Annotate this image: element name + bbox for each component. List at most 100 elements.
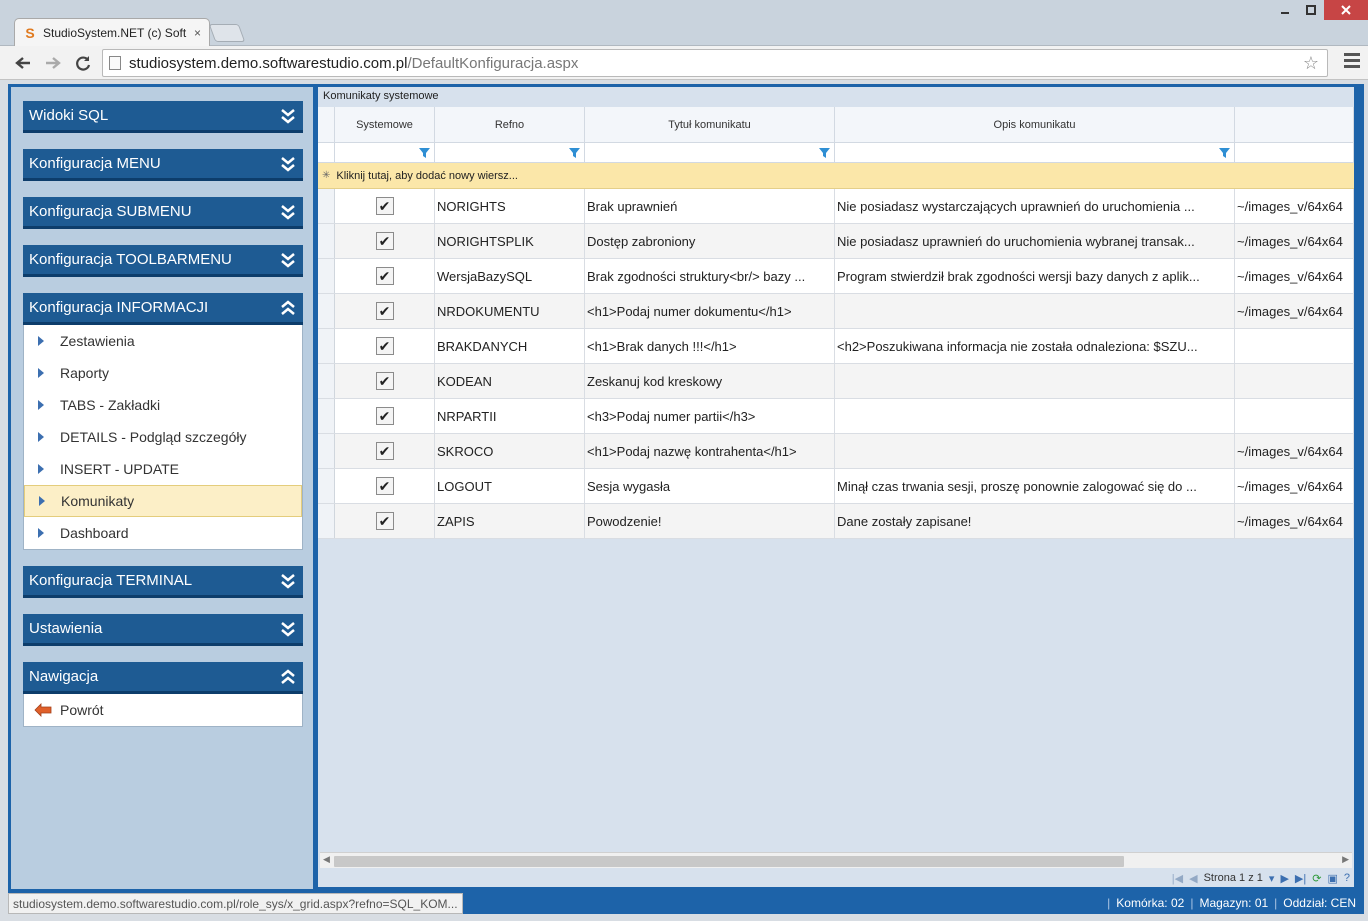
forward-arrow-icon[interactable] bbox=[42, 52, 64, 74]
scroll-right-icon[interactable]: ▶ bbox=[1342, 854, 1349, 865]
row-selector[interactable] bbox=[318, 189, 335, 223]
checkbox-checked-icon[interactable]: ✔ bbox=[375, 372, 394, 390]
sidebar-item-raporty[interactable]: Raporty bbox=[24, 357, 302, 389]
cell-systemowe[interactable]: ✔ bbox=[335, 189, 435, 223]
row-selector[interactable] bbox=[318, 434, 335, 468]
column-header-systemowe[interactable]: Systemowe bbox=[335, 107, 435, 142]
cell-refno[interactable]: NRDOKUMENTU bbox=[435, 294, 585, 328]
cell-tytul[interactable]: Zeskanuj kod kreskowy bbox=[585, 364, 835, 398]
cell-systemowe[interactable]: ✔ bbox=[335, 259, 435, 293]
column-header-tytul[interactable]: Tytuł komunikatu bbox=[585, 107, 835, 142]
close-window-icon[interactable] bbox=[1324, 0, 1368, 20]
cell-opis[interactable]: Nie posiadasz wystarczających uprawnień … bbox=[835, 189, 1235, 223]
table-row[interactable]: ✔ NORIGHTS Brak uprawnień Nie posiadasz wys… bbox=[318, 189, 1354, 224]
filter-tytul[interactable] bbox=[585, 143, 835, 162]
cell-systemowe[interactable]: ✔ bbox=[335, 504, 435, 538]
cell-tytul[interactable]: Brak uprawnień bbox=[585, 189, 835, 223]
section-header-widoki-sql[interactable]: Widoki SQL bbox=[23, 101, 303, 133]
checkbox-checked-icon[interactable]: ✔ bbox=[375, 197, 394, 215]
cell-systemowe[interactable]: ✔ bbox=[335, 294, 435, 328]
checkbox-checked-icon[interactable]: ✔ bbox=[375, 267, 394, 285]
sidebar-item-insert-update[interactable]: INSERT - UPDATE bbox=[24, 453, 302, 485]
next-page-icon[interactable]: ▶ bbox=[1280, 872, 1288, 885]
maximize-icon[interactable] bbox=[1298, 0, 1324, 20]
table-row[interactable]: ✔ NRPARTII <h3>Podaj numer partii</h3> bbox=[318, 399, 1354, 434]
cell-opis[interactable]: Nie posiadasz uprawnień do uruchomienia … bbox=[835, 224, 1235, 258]
checkbox-checked-icon[interactable]: ✔ bbox=[375, 442, 394, 460]
address-bar[interactable]: studiosystem.demo.softwarestudio.com.pl … bbox=[102, 49, 1328, 77]
cell-tytul[interactable]: <h1>Brak danych !!!</h1> bbox=[585, 329, 835, 363]
cell-opis[interactable]: Program stwierdził brak zgodności wersji… bbox=[835, 259, 1235, 293]
cell-refno[interactable]: WersjaBazySQL bbox=[435, 259, 585, 293]
refresh-icon[interactable]: ⟳ bbox=[1312, 872, 1321, 885]
page-dropdown-icon[interactable]: ▾ bbox=[1269, 872, 1275, 885]
section-header-konfiguracja-terminal[interactable]: Konfiguracja TERMINAL bbox=[23, 566, 303, 598]
column-header-refno[interactable]: Refno bbox=[435, 107, 585, 142]
filter-funnel-icon[interactable] bbox=[419, 147, 430, 158]
browser-tab[interactable]: S StudioSystem.NET (c) Soft × bbox=[14, 18, 210, 46]
sidebar-item-komunikaty[interactable]: Komunikaty bbox=[24, 485, 302, 517]
cell-obraz[interactable]: ~/images_v/64x64 bbox=[1235, 434, 1354, 468]
table-row[interactable]: ✔ NORIGHTSPLIK Dostęp zabroniony Nie posiad… bbox=[318, 224, 1354, 259]
cell-obraz[interactable]: ~/images_v/64x64 bbox=[1235, 259, 1354, 293]
minimize-icon[interactable] bbox=[1272, 0, 1298, 20]
filter-opis[interactable] bbox=[835, 143, 1235, 162]
browser-menu-icon[interactable] bbox=[1344, 53, 1360, 71]
table-row[interactable]: ✔ SKROCO <h1>Podaj nazwę kontrahenta</h1> ~… bbox=[318, 434, 1354, 469]
cell-refno[interactable]: NORIGHTSPLIK bbox=[435, 224, 585, 258]
row-selector[interactable] bbox=[318, 399, 335, 433]
cell-opis[interactable] bbox=[835, 399, 1235, 433]
sidebar-item-details[interactable]: DETAILS - Podgląd szczegóły bbox=[24, 421, 302, 453]
section-header-konfiguracja-toolbarmenu[interactable]: Konfiguracja TOOLBARMENU bbox=[23, 245, 303, 277]
cell-tytul[interactable]: Powodzenie! bbox=[585, 504, 835, 538]
row-selector[interactable] bbox=[318, 294, 335, 328]
sidebar-item-zestawienia[interactable]: Zestawienia bbox=[24, 325, 302, 357]
cell-systemowe[interactable]: ✔ bbox=[335, 329, 435, 363]
cell-refno[interactable]: NORIGHTS bbox=[435, 189, 585, 223]
cell-tytul[interactable]: <h1>Podaj numer dokumentu</h1> bbox=[585, 294, 835, 328]
filter-funnel-icon[interactable] bbox=[569, 147, 580, 158]
table-row[interactable]: ✔ LOGOUT Sesja wygasła Minął czas trwania s… bbox=[318, 469, 1354, 504]
cell-obraz[interactable]: ~/images_v/64x64 bbox=[1235, 469, 1354, 503]
row-selector[interactable] bbox=[318, 329, 335, 363]
cell-refno[interactable]: SKROCO bbox=[435, 434, 585, 468]
cell-tytul[interactable]: Brak zgodności struktury<br/> bazy ... bbox=[585, 259, 835, 293]
cell-refno[interactable]: LOGOUT bbox=[435, 469, 585, 503]
cell-opis[interactable] bbox=[835, 364, 1235, 398]
cell-obraz[interactable] bbox=[1235, 399, 1354, 433]
cell-opis[interactable]: Minął czas trwania sesji, proszę ponowni… bbox=[835, 469, 1235, 503]
row-selector[interactable] bbox=[318, 364, 335, 398]
table-row[interactable]: ✔ KODEAN Zeskanuj kod kreskowy bbox=[318, 364, 1354, 399]
cell-obraz[interactable]: ~/images_v/64x64 bbox=[1235, 189, 1354, 223]
cell-refno[interactable]: BRAKDANYCH bbox=[435, 329, 585, 363]
reload-icon[interactable] bbox=[72, 52, 94, 74]
cell-opis[interactable]: <h2>Poszukiwana informacja nie została o… bbox=[835, 329, 1235, 363]
cell-tytul[interactable]: Dostęp zabroniony bbox=[585, 224, 835, 258]
table-row[interactable]: ✔ ZAPIS Powodzenie! Dane zostały zapisane! ~… bbox=[318, 504, 1354, 539]
cell-obraz[interactable]: ~/images_v/64x64 bbox=[1235, 294, 1354, 328]
section-header-konfiguracja-informacji[interactable]: Konfiguracja INFORMACJI bbox=[23, 293, 303, 325]
checkbox-checked-icon[interactable]: ✔ bbox=[375, 407, 394, 425]
bookmark-star-icon[interactable]: ☆ bbox=[1303, 53, 1319, 74]
checkbox-checked-icon[interactable]: ✔ bbox=[375, 232, 394, 250]
cell-systemowe[interactable]: ✔ bbox=[335, 434, 435, 468]
table-row[interactable]: ✔ BRAKDANYCH <h1>Brak danych !!!</h1> <h2>P… bbox=[318, 329, 1354, 364]
cell-systemowe[interactable]: ✔ bbox=[335, 469, 435, 503]
checkbox-checked-icon[interactable]: ✔ bbox=[375, 512, 394, 530]
first-page-icon[interactable]: |◀ bbox=[1172, 872, 1183, 885]
page-indicator[interactable]: Strona 1 z 1 bbox=[1204, 872, 1263, 884]
horizontal-scrollbar[interactable]: ◀ ▶ bbox=[320, 852, 1352, 868]
sidebar-item-dashboard[interactable]: Dashboard bbox=[24, 517, 302, 549]
sidebar-item-tabs[interactable]: TABS - Zakładki bbox=[24, 389, 302, 421]
export-icon[interactable]: ▣ bbox=[1327, 872, 1337, 885]
column-header-obraz[interactable] bbox=[1235, 107, 1354, 142]
checkbox-checked-icon[interactable]: ✔ bbox=[375, 337, 394, 355]
filter-obraz[interactable] bbox=[1235, 143, 1354, 162]
cell-obraz[interactable] bbox=[1235, 329, 1354, 363]
scroll-left-icon[interactable]: ◀ bbox=[323, 854, 330, 865]
filter-systemowe[interactable] bbox=[335, 143, 435, 162]
cell-systemowe[interactable]: ✔ bbox=[335, 224, 435, 258]
add-new-row[interactable]: ✳ Kliknij tutaj, aby dodać nowy wiersz..… bbox=[318, 163, 1354, 189]
cell-tytul[interactable]: <h3>Podaj numer partii</h3> bbox=[585, 399, 835, 433]
row-selector[interactable] bbox=[318, 259, 335, 293]
